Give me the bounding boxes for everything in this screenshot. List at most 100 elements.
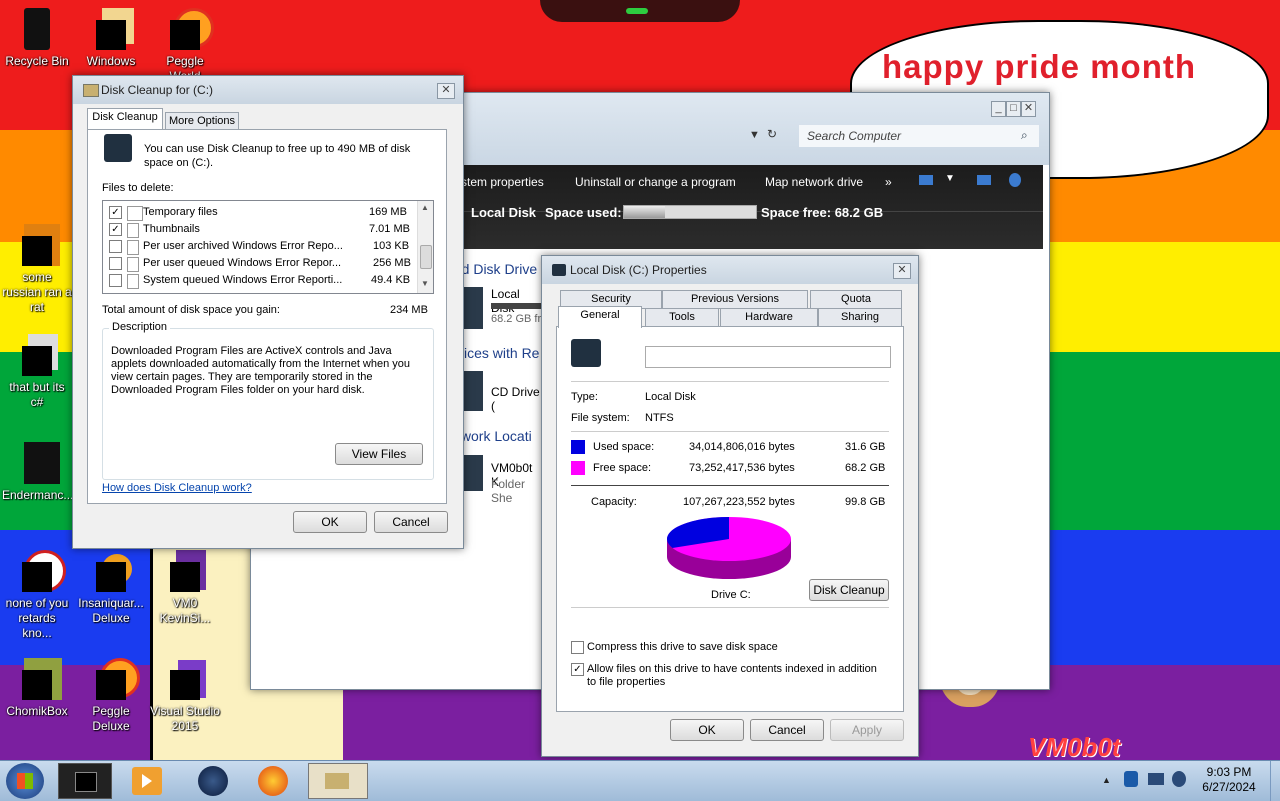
scroll-down-icon[interactable]: ▼ <box>421 279 429 288</box>
drive-label-input[interactable] <box>645 346 891 368</box>
search-icon[interactable]: ⌕ <box>1021 128 1028 143</box>
preview-pane-icon[interactable] <box>977 175 991 185</box>
folder-icon <box>88 6 134 52</box>
taskbar-item-firefox[interactable] <box>258 766 288 796</box>
file-icon <box>14 332 60 378</box>
network-item-vm0b0t[interactable]: VM0b0t K Folder She <box>463 455 543 505</box>
help-link[interactable]: How does Disk Cleanup work? <box>102 482 252 494</box>
system-properties-button[interactable]: stem properties <box>461 175 544 189</box>
hard-drive-icon <box>571 339 601 367</box>
show-hidden-icons-button[interactable]: ▲ <box>1102 775 1111 785</box>
window-controls: _ □ ✕ <box>991 101 1039 117</box>
disk-cleanup-window: Disk Cleanup for (C:) ✕ Disk Cleanup Mor… <box>72 75 464 549</box>
space-used-bar <box>623 205 757 219</box>
file-checkbox[interactable]: ✓ <box>109 223 122 236</box>
desktop-icon-peggle-world[interactable]: Peggle World <box>150 6 220 84</box>
tab-previous-versions[interactable]: Previous Versions <box>662 290 808 309</box>
file-checkbox[interactable] <box>109 240 122 253</box>
apply-button[interactable]: Apply <box>830 719 904 741</box>
taskbar-item-media-player[interactable] <box>132 767 162 795</box>
index-checkbox[interactable]: ✓ <box>571 663 584 676</box>
ok-button[interactable]: OK <box>670 719 744 741</box>
desktop-icon-windows[interactable]: Windows <box>76 6 146 69</box>
file-row[interactable]: Per user queued Windows Error Repor... 2… <box>103 255 415 272</box>
file-row[interactable]: System queued Windows Error Reporti... 4… <box>103 272 415 289</box>
minimize-button[interactable]: _ <box>991 101 1006 117</box>
peggle-icon <box>88 656 140 702</box>
disk-cleanup-icon <box>83 84 99 97</box>
drive-item-local-disk[interactable]: Local Disk 68.2 GB fr <box>463 287 543 329</box>
scrollbar-thumb[interactable] <box>420 245 432 269</box>
show-desktop-button[interactable] <box>1270 761 1280 801</box>
view-files-button[interactable]: View Files <box>335 443 423 465</box>
files-list-scrollbar[interactable]: ▲ ▼ <box>417 201 433 293</box>
drive-item-free: 68.2 GB fr <box>491 313 542 325</box>
taskbar-item-disk-cleanup[interactable] <box>308 763 368 799</box>
explorer-toolbar: stem properties Uninstall or change a pr… <box>457 165 1043 249</box>
taskbar-item-globe[interactable] <box>198 766 228 796</box>
status-drive-name: Local Disk <box>471 205 537 220</box>
close-button[interactable]: ✕ <box>893 263 911 279</box>
desktop-icon-peggle-deluxe[interactable]: Peggle Deluxe <box>76 656 146 734</box>
search-input[interactable]: Search Computer ⌕ <box>799 125 1039 147</box>
taskbar-item-explorer[interactable] <box>58 763 112 799</box>
file-row[interactable]: ✓ Thumbnails 7.01 MB <box>103 221 415 238</box>
ok-button[interactable]: OK <box>293 511 367 533</box>
desktop-icon-russian-rat[interactable]: some russian ran a rat <box>2 222 72 315</box>
drive-item-cd[interactable]: CD Drive ( <box>463 371 543 413</box>
view-dropdown-icon[interactable]: ▼ <box>945 173 955 184</box>
network-icon[interactable] <box>1148 773 1164 785</box>
clock[interactable]: 9:03 PM 6/27/2024 <box>1192 765 1266 795</box>
file-checkbox[interactable] <box>109 257 122 270</box>
cd-drive-icon <box>463 371 483 411</box>
file-name: Thumbnails <box>143 223 200 235</box>
cancel-button[interactable]: Cancel <box>750 719 824 741</box>
cancel-button[interactable]: Cancel <box>374 511 448 533</box>
tab-hardware[interactable]: Hardware <box>720 308 818 327</box>
file-icon <box>127 257 139 272</box>
chomikbox-icon <box>14 656 62 702</box>
capacity-label: Capacity: <box>591 496 637 508</box>
desktop-icon-that-but-csharp[interactable]: that but its c# <box>2 332 72 410</box>
desktop-icon-none-of-you[interactable]: none of you retards kno... <box>2 548 72 641</box>
tab-sharing[interactable]: Sharing <box>818 308 902 327</box>
view-icon[interactable] <box>919 175 933 185</box>
volume-icon[interactable] <box>1172 771 1186 787</box>
file-checkbox[interactable] <box>109 274 122 287</box>
defender-icon[interactable] <box>1124 771 1138 787</box>
tab-quota[interactable]: Quota <box>810 290 902 309</box>
file-row[interactable]: ✓ Temporary files 169 MB <box>103 204 415 221</box>
files-to-delete-label: Files to delete: <box>102 182 174 194</box>
close-button[interactable]: ✕ <box>1021 101 1036 117</box>
desktop-icon-endermanc[interactable]: Endermanc... <box>2 440 73 503</box>
cleanup-panel: You can use Disk Cleanup to free up to 4… <box>87 129 447 504</box>
file-row[interactable]: Per user archived Windows Error Repo... … <box>103 238 415 255</box>
desktop-icon-visual-studio[interactable]: Visual Studio 2015 <box>150 656 220 734</box>
desktop-icon-chomikbox[interactable]: ChomikBox <box>2 656 72 719</box>
tab-general[interactable]: General <box>558 306 642 328</box>
help-icon[interactable] <box>1009 173 1021 187</box>
maximize-button[interactable]: □ <box>1006 101 1021 117</box>
map-network-drive-button[interactable]: Map network drive <box>765 175 863 189</box>
tab-disk-cleanup[interactable]: Disk Cleanup <box>87 108 163 130</box>
dropdown-icon[interactable]: ▼ <box>749 129 760 141</box>
desktop-icon-recycle-bin[interactable]: Recycle Bin <box>2 6 72 69</box>
app-icon <box>14 222 60 268</box>
more-options-chevron[interactable]: » <box>885 175 892 189</box>
tab-tools[interactable]: Tools <box>645 308 719 327</box>
compress-checkbox[interactable] <box>571 641 584 654</box>
close-button[interactable]: ✕ <box>437 83 455 99</box>
uninstall-program-button[interactable]: Uninstall or change a program <box>575 175 736 189</box>
desktop-icon-insaniquarium[interactable]: Insaniquar... Deluxe <box>76 548 146 626</box>
disk-cleanup-titlebar: Disk Cleanup for (C:) ✕ <box>73 76 463 104</box>
file-checkbox[interactable]: ✓ <box>109 206 122 219</box>
app-icon <box>14 548 66 594</box>
description-label: Description <box>109 321 171 333</box>
scroll-up-icon[interactable]: ▲ <box>421 203 429 212</box>
watermark-text: VM0b0t <box>1028 732 1121 762</box>
disk-cleanup-button[interactable]: Disk Cleanup <box>809 579 889 601</box>
refresh-icon[interactable]: ↻ <box>767 127 777 141</box>
network-folder-icon <box>463 455 483 491</box>
desktop-icon-vm0-kevinsi[interactable]: VM0 KevinSi... <box>150 548 220 626</box>
start-button[interactable] <box>6 763 44 799</box>
